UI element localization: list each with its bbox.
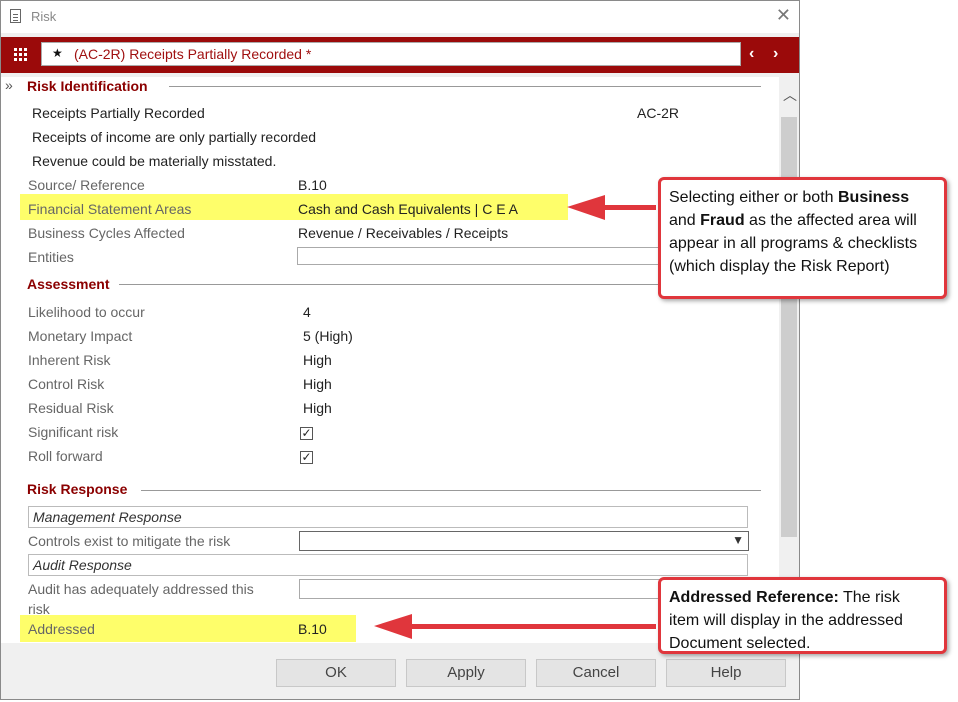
inherent-value[interactable]: High [303, 352, 332, 368]
form-content: » Risk Identification Receipts Partially… [1, 77, 779, 643]
callout-text: (which display the Risk Report) [669, 258, 890, 275]
star-icon: ★ [52, 46, 63, 60]
residual-value[interactable]: High [303, 400, 332, 416]
title-bar: Risk ✕ [1, 1, 799, 33]
callout-text: and [669, 212, 701, 229]
controls-select[interactable]: ▼ [299, 531, 749, 551]
help-button[interactable]: Help [666, 659, 786, 687]
risk-description: Receipts of income are only partially re… [32, 129, 317, 145]
section-divider [141, 490, 761, 491]
entities-field[interactable] [297, 247, 677, 265]
callout-text: as the affected area will [744, 212, 917, 229]
audit-field[interactable] [299, 579, 679, 599]
fsa-label: Financial Statement Areas [28, 201, 192, 217]
source-label: Source/ Reference [28, 177, 145, 193]
section-title-response: Risk Response [27, 481, 128, 497]
likelihood-label: Likelihood to occur [28, 304, 145, 320]
grid-menu-icon[interactable] [14, 48, 28, 62]
record-name: (AC-2R) Receipts Partially Recorded * [74, 46, 312, 62]
cancel-button[interactable]: Cancel [536, 659, 656, 687]
section-title-assessment: Assessment [27, 276, 110, 292]
callout-text: item will display in the addressed [669, 612, 903, 629]
rollforward-label: Roll forward [28, 448, 103, 464]
document-icon [10, 9, 21, 23]
callout-text: The risk [838, 589, 900, 606]
monetary-value[interactable]: 5 (High) [303, 328, 353, 344]
inherent-label: Inherent Risk [28, 352, 111, 368]
significant-checkbox[interactable]: ✓ [300, 427, 313, 440]
source-value[interactable]: B.10 [298, 177, 327, 193]
window-title: Risk [31, 9, 57, 24]
control-value[interactable]: High [303, 376, 332, 392]
close-icon[interactable]: ✕ [776, 5, 791, 26]
significant-label: Significant risk [28, 424, 119, 440]
callout-bold-text: Business [838, 189, 910, 206]
chevron-down-icon: ▼ [732, 533, 744, 547]
management-response-header: Management Response [28, 506, 748, 528]
expand-icon[interactable]: » [5, 77, 13, 93]
addressed-value[interactable]: B.10 [298, 621, 327, 637]
callout-text: Document selected. [669, 635, 811, 652]
controls-label: Controls exist to mitigate the risk [28, 533, 231, 549]
scroll-up-icon[interactable]: ︿ [783, 85, 797, 105]
next-record-icon[interactable]: › [773, 45, 778, 63]
record-name-box: ★ (AC-2R) Receipts Partially Recorded * [41, 42, 741, 66]
addressed-label: Addressed [28, 621, 95, 637]
callout-addressed-note: Addressed Reference: The risk item will … [658, 577, 947, 654]
audit-label-line1: Audit has adequately addressed this [28, 581, 254, 597]
section-divider [169, 86, 761, 87]
risk-code: AC-2R [637, 105, 680, 121]
callout-bold-text: Addressed Reference: [669, 589, 839, 606]
dialog-footer: OK Apply Cancel Help [1, 649, 799, 699]
cycles-label: Business Cycles Affected [28, 225, 185, 241]
residual-label: Residual Risk [28, 400, 114, 416]
cycles-value[interactable]: Revenue / Receivables / Receipts [298, 225, 508, 241]
callout-text: appear in all programs & checklists [669, 235, 918, 252]
callout-bold-text: Fraud [700, 212, 745, 229]
risk-consequence: Revenue could be materially misstated. [32, 153, 277, 169]
record-header-bar: ★ (AC-2R) Receipts Partially Recorded * … [1, 37, 799, 73]
ok-button[interactable]: OK [276, 659, 396, 687]
apply-button[interactable]: Apply [406, 659, 526, 687]
likelihood-value[interactable]: 4 [303, 304, 311, 320]
callout-text: Selecting either or both [669, 189, 838, 206]
callout-fsa-note: Selecting either or both Business and Fr… [658, 177, 947, 299]
section-divider [119, 284, 661, 285]
previous-record-icon[interactable]: ‹ [749, 45, 754, 63]
audit-response-header: Audit Response [28, 554, 748, 576]
fsa-value[interactable]: Cash and Cash Equivalents | C E A [298, 201, 518, 217]
vertical-scrollbar[interactable]: ︿ [779, 77, 799, 643]
section-title-identification: Risk Identification [27, 78, 148, 94]
control-label: Control Risk [28, 376, 105, 392]
monetary-label: Monetary Impact [28, 328, 133, 344]
rollforward-checkbox[interactable]: ✓ [300, 451, 313, 464]
risk-name: Receipts Partially Recorded [32, 105, 205, 121]
entities-label: Entities [28, 249, 74, 265]
